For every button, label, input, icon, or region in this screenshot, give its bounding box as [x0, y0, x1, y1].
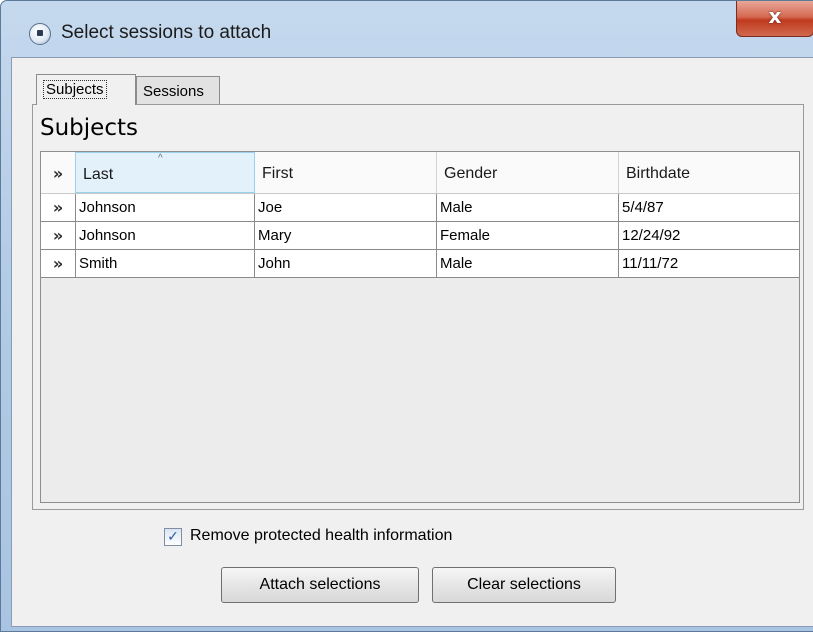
table-row[interactable]: » Johnson Joe Male 5/4/87 — [41, 194, 799, 222]
cell-first[interactable]: Mary — [255, 222, 437, 249]
row-marker-icon[interactable]: » — [41, 198, 75, 217]
column-header-last[interactable]: ^ Last — [75, 152, 255, 193]
column-header-label: First — [262, 165, 294, 182]
close-button[interactable]: x — [736, 1, 813, 37]
window-title: Select sessions to attach — [61, 22, 272, 43]
cell-birthdate[interactable]: 5/4/87 — [619, 194, 799, 221]
remove-phi-checkbox[interactable]: ✓ — [164, 528, 182, 546]
column-header-label: Last — [83, 166, 114, 183]
column-header-birthdate[interactable]: Birthdate — [619, 152, 799, 193]
table-row[interactable]: » Smith John Male 11/11/72 — [41, 250, 799, 278]
clear-selections-button[interactable]: Clear selections — [432, 567, 616, 603]
cell-birthdate[interactable]: 12/24/92 — [619, 222, 799, 249]
row-marker-icon[interactable]: » — [41, 254, 75, 273]
cell-gender[interactable]: Male — [437, 250, 619, 277]
tab-subjects[interactable]: Subjects — [36, 74, 136, 105]
tab-label: Sessions — [143, 83, 204, 100]
column-header-label: Birthdate — [626, 165, 691, 182]
table-header: » ^ Last First Gender Birthdate — [41, 152, 799, 194]
cell-birthdate[interactable]: 11/11/72 — [619, 250, 799, 277]
column-header-label: Gender — [444, 165, 498, 182]
panel-title: Subjects — [40, 115, 138, 141]
cell-last[interactable]: Johnson — [75, 194, 255, 221]
dialog-window: Select sessions to attach x Subjects Ses… — [0, 0, 813, 632]
attach-selections-button[interactable]: Attach selections — [221, 567, 419, 603]
tab-label: Subjects — [43, 80, 107, 99]
title-bar[interactable]: Select sessions to attach x — [1, 1, 813, 57]
sort-ascending-icon: ^ — [158, 153, 163, 164]
remove-phi-label[interactable]: Remove protected health information — [190, 527, 452, 545]
cell-last[interactable]: Smith — [75, 250, 255, 277]
dialog-body: Subjects Sessions Subjects » ^ Last Firs… — [11, 57, 813, 627]
table-row[interactable]: » Johnson Mary Female 12/24/92 — [41, 222, 799, 250]
cell-first[interactable]: John — [255, 250, 437, 277]
cell-gender[interactable]: Male — [437, 194, 619, 221]
app-icon — [29, 23, 51, 45]
cell-last[interactable]: Johnson — [75, 222, 255, 249]
cell-gender[interactable]: Female — [437, 222, 619, 249]
cell-first[interactable]: Joe — [255, 194, 437, 221]
select-all-marker-icon[interactable]: » — [41, 164, 75, 183]
subjects-table: » ^ Last First Gender Birthdate » Johnso… — [40, 151, 800, 503]
column-header-gender[interactable]: Gender — [437, 152, 619, 193]
subjects-panel: Subjects » ^ Last First Gender Birthdate… — [32, 104, 804, 510]
column-header-first[interactable]: First — [255, 152, 437, 193]
row-marker-icon[interactable]: » — [41, 226, 75, 245]
tab-sessions[interactable]: Sessions — [136, 76, 220, 104]
